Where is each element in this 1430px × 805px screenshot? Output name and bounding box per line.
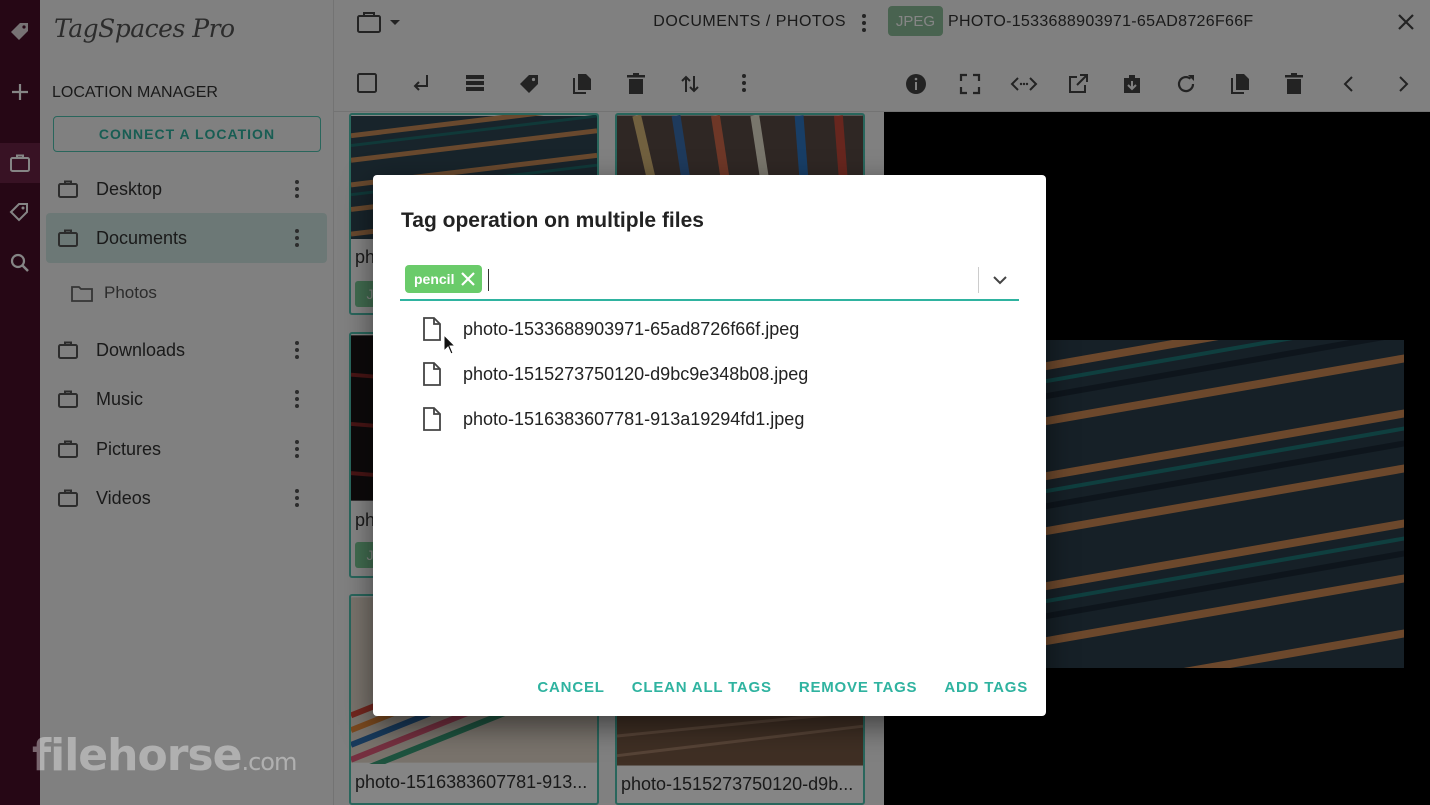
mouse-cursor-icon xyxy=(443,334,457,355)
text-caret xyxy=(488,269,489,291)
file-icon xyxy=(423,407,441,431)
watermark: filehorse.com xyxy=(32,730,297,781)
add-tags-button[interactable]: ADD TAGS xyxy=(944,679,1028,696)
list-item: photo-1516383607781-913a19294fd1.jpeg xyxy=(421,404,804,434)
tag-operation-dialog: Tag operation on multiple files pencil p… xyxy=(373,175,1046,716)
file-name: photo-1533688903971-65ad8726f66f.jpeg xyxy=(463,318,800,339)
remove-tag-icon[interactable] xyxy=(460,271,476,287)
list-item: photo-1533688903971-65ad8726f66f.jpeg xyxy=(421,314,799,344)
file-icon xyxy=(423,362,441,386)
tag-chip-label: pencil xyxy=(414,271,455,287)
dialog-actions: CANCEL CLEAN ALL TAGS REMOVE TAGS ADD TA… xyxy=(537,679,1028,696)
tagspaces-app: TagSpaces Pro LOCATION MANAGER CONNECT A… xyxy=(0,0,1430,805)
file-name: photo-1515273750120-d9bc9e348b08.jpeg xyxy=(463,363,809,384)
clean-all-tags-button[interactable]: CLEAN ALL TAGS xyxy=(632,679,772,696)
cancel-button[interactable]: CANCEL xyxy=(537,679,604,696)
file-icon xyxy=(423,317,441,341)
input-separator xyxy=(978,267,979,293)
chevron-down-icon[interactable] xyxy=(991,271,1009,289)
tags-select-input[interactable]: pencil xyxy=(400,259,1019,301)
remove-tags-button[interactable]: REMOVE TAGS xyxy=(799,679,918,696)
file-name: photo-1516383607781-913a19294fd1.jpeg xyxy=(463,408,805,429)
list-item: photo-1515273750120-d9bc9e348b08.jpeg xyxy=(421,359,808,389)
tag-chip[interactable]: pencil xyxy=(405,265,483,293)
dialog-title: Tag operation on multiple files xyxy=(401,209,704,232)
